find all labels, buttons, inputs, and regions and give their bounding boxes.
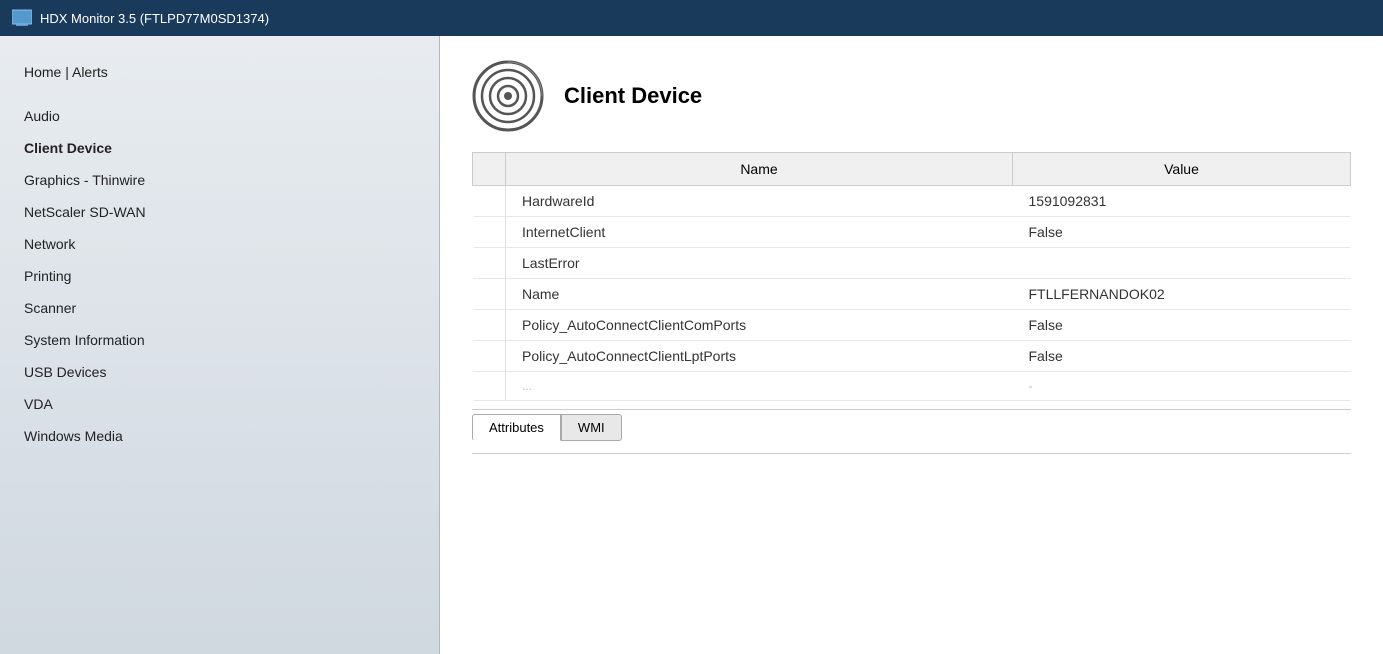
row-icon [473, 217, 506, 248]
table-row: Policy_AutoConnectClientLptPorts False [473, 341, 1351, 372]
row-name: Policy_AutoConnectClientLptPorts [506, 341, 1013, 372]
sidebar-item-system-information[interactable]: System Information [0, 324, 439, 356]
sidebar-item-printing[interactable]: Printing [0, 260, 439, 292]
sidebar-item-client-device[interactable]: Client Device [0, 132, 439, 164]
tab-wmi[interactable]: WMI [561, 414, 622, 441]
row-value: - [1013, 372, 1351, 401]
sidebar: Home | Alerts AudioClient DeviceGraphics … [0, 36, 440, 654]
content-separator [472, 453, 1351, 454]
sidebar-item-windows-media[interactable]: Windows Media [0, 420, 439, 452]
content-area: Client Device Name Value HardwareId 1591… [440, 36, 1383, 654]
sidebar-item-netscaler-sd-wan[interactable]: NetScaler SD-WAN [0, 196, 439, 228]
row-value: FTLLFERNANDOK02 [1013, 279, 1351, 310]
table-row: InternetClient False [473, 217, 1351, 248]
row-icon [473, 372, 506, 401]
client-device-icon [472, 60, 544, 132]
col-header-name: Name [506, 153, 1013, 186]
row-value: False [1013, 341, 1351, 372]
sidebar-item-vda[interactable]: VDA [0, 388, 439, 420]
row-icon [473, 279, 506, 310]
row-name: LastError [506, 248, 1013, 279]
sidebar-item-audio[interactable]: Audio [0, 100, 439, 132]
col-header-value: Value [1013, 153, 1351, 186]
row-value [1013, 248, 1351, 279]
sidebar-item-graphics-thinwire[interactable]: Graphics - Thinwire [0, 164, 439, 196]
row-icon [473, 310, 506, 341]
table-row: LastError [473, 248, 1351, 279]
table-row: HardwareId 1591092831 [473, 186, 1351, 217]
row-value: False [1013, 217, 1351, 248]
row-name: InternetClient [506, 217, 1013, 248]
title-bar: HDX Monitor 3.5 (FTLPD77M0SD1374) [0, 0, 1383, 36]
sidebar-item-usb-devices[interactable]: USB Devices [0, 356, 439, 388]
col-header-empty [473, 153, 506, 186]
sidebar-item-home-alerts[interactable]: Home | Alerts [0, 56, 439, 88]
row-name: Name [506, 279, 1013, 310]
page-header: Client Device [472, 60, 1351, 132]
table-row: ... - [473, 372, 1351, 401]
page-title: Client Device [564, 83, 702, 109]
row-name: Policy_AutoConnectClientComPorts [506, 310, 1013, 341]
row-name: HardwareId [506, 186, 1013, 217]
row-icon [473, 186, 506, 217]
table-row: Policy_AutoConnectClientComPorts False [473, 310, 1351, 341]
tabs-row: AttributesWMI [472, 409, 1351, 441]
sidebar-item-network[interactable]: Network [0, 228, 439, 260]
row-icon [473, 341, 506, 372]
app-icon [12, 8, 32, 28]
row-value: False [1013, 310, 1351, 341]
main-layout: Home | AlertsAudioClient DeviceGraphics … [0, 36, 1383, 654]
window-title: HDX Monitor 3.5 (FTLPD77M0SD1374) [40, 11, 269, 26]
table-row: Name FTLLFERNANDOK02 [473, 279, 1351, 310]
row-name: ... [506, 372, 1013, 401]
data-table: Name Value HardwareId 1591092831 Interne… [472, 152, 1351, 401]
sidebar-item-scanner[interactable]: Scanner [0, 292, 439, 324]
row-value: 1591092831 [1013, 186, 1351, 217]
row-icon [473, 248, 506, 279]
tab-attributes[interactable]: Attributes [472, 414, 561, 441]
